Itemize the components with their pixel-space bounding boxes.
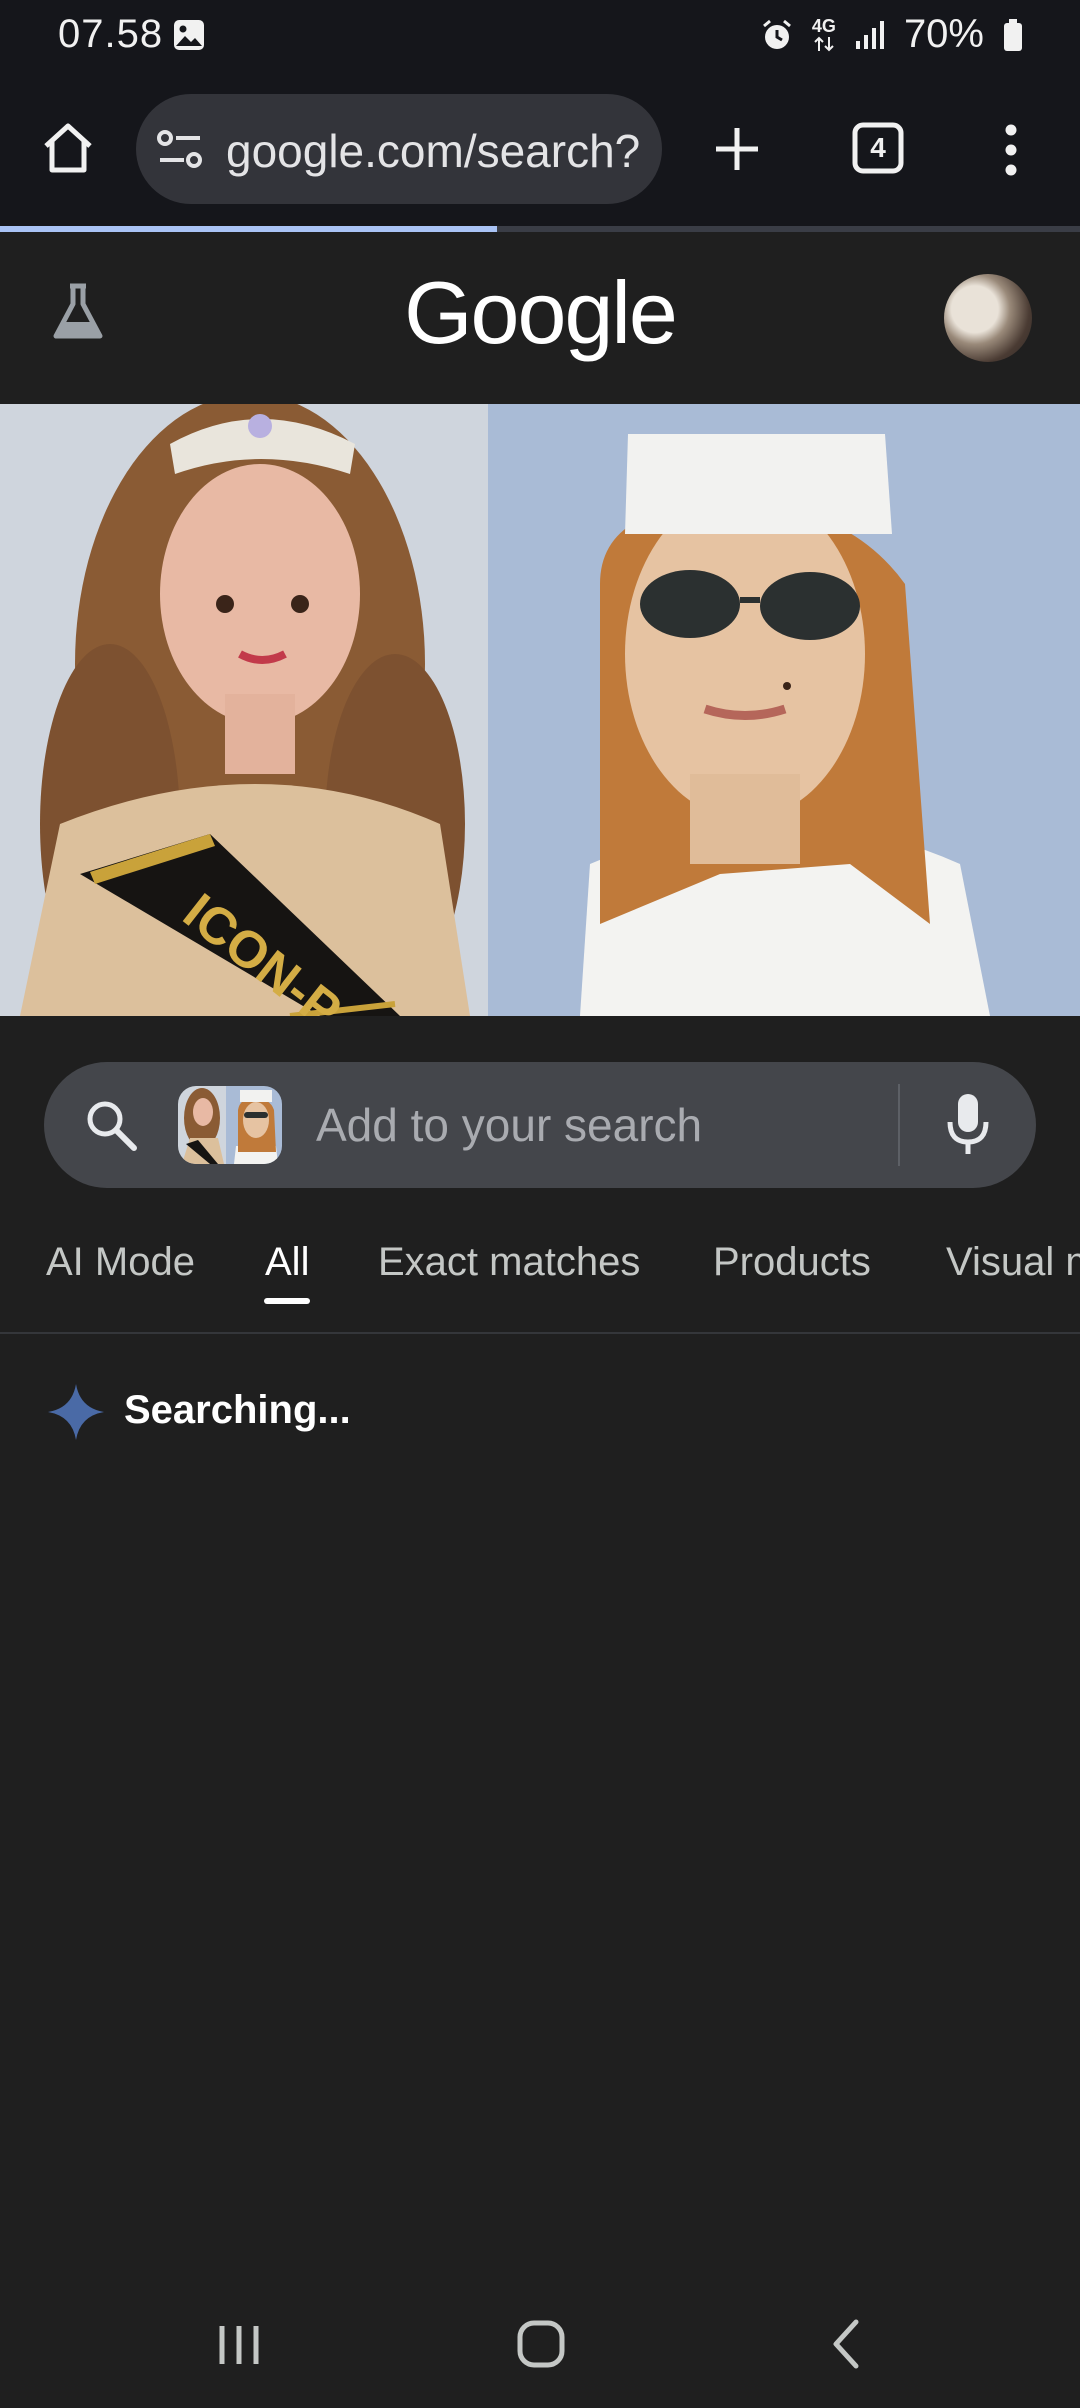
url-text[interactable]: google.com/search? xyxy=(226,124,640,178)
data-arrows-icon xyxy=(814,36,834,51)
query-image-right xyxy=(488,404,1080,1016)
battery-percent: 70% xyxy=(903,12,984,56)
tab-ai-mode[interactable]: AI Mode xyxy=(46,1240,195,1285)
active-tab-indicator xyxy=(264,1298,310,1304)
search-icon[interactable] xyxy=(84,1098,138,1152)
mic-icon[interactable] xyxy=(946,1092,990,1156)
signal-icon xyxy=(855,20,884,49)
new-tab-icon[interactable] xyxy=(712,124,762,174)
alarm-icon xyxy=(762,19,791,49)
site-settings-icon[interactable] xyxy=(156,128,204,170)
tab-all[interactable]: All xyxy=(265,1240,309,1285)
image-icon xyxy=(172,18,206,52)
query-image[interactable]: ICON-P xyxy=(0,404,1080,1016)
recents-icon[interactable] xyxy=(214,2322,264,2368)
home-icon[interactable] xyxy=(40,120,96,176)
account-avatar[interactable] xyxy=(944,274,1032,362)
tab-exact-matches[interactable]: Exact matches xyxy=(378,1240,640,1285)
searching-status: Searching... xyxy=(124,1388,351,1432)
sparkle-icon xyxy=(46,1382,106,1442)
tab-count: 4 xyxy=(870,132,886,163)
mic-divider xyxy=(898,1084,900,1166)
google-logo[interactable]: Google xyxy=(0,262,1080,364)
network-type: 4G xyxy=(811,15,836,36)
tab-switcher-icon[interactable]: 4 xyxy=(852,122,904,174)
back-icon[interactable] xyxy=(826,2318,866,2370)
tab-products[interactable]: Products xyxy=(713,1240,871,1285)
battery-icon xyxy=(1004,18,1022,51)
tabs-divider xyxy=(0,1332,1080,1334)
more-menu-icon[interactable] xyxy=(996,122,1026,178)
search-input[interactable]: Add to your search xyxy=(316,1098,702,1152)
query-thumbnail[interactable] xyxy=(178,1086,282,1164)
status-time: 07.58 xyxy=(58,12,164,56)
status-right: 4G 70% xyxy=(760,12,1024,57)
query-image-left: ICON-P xyxy=(0,404,488,1016)
tab-visual-matches[interactable]: Visual m xyxy=(946,1240,1080,1285)
home-nav-icon[interactable] xyxy=(516,2318,566,2370)
